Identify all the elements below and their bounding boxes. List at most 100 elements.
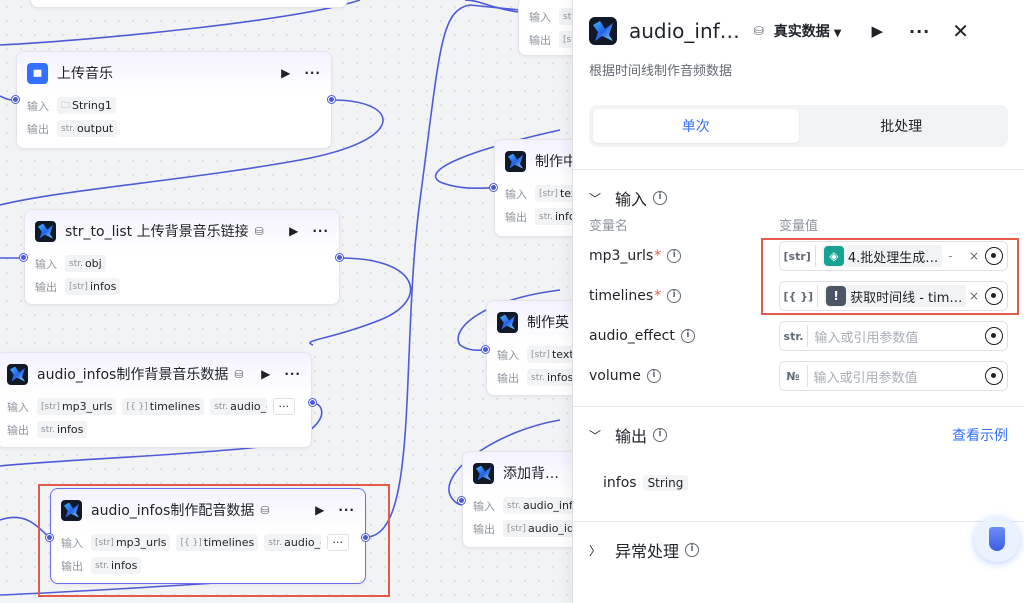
clear-icon[interactable]: × <box>969 289 979 303</box>
more-icon[interactable]: ··· <box>909 22 930 41</box>
audio-effect-field[interactable]: str. 输入或引用参数值 <box>778 321 1008 351</box>
input-port[interactable] <box>482 346 489 353</box>
node-output-row: 输出 [str] audio_ids <box>463 517 581 540</box>
output-port[interactable] <box>362 534 369 541</box>
wire <box>0 516 51 538</box>
timelines-field[interactable]: [{ }] ! 获取时间线 - tim… × <box>778 281 1008 311</box>
node-output-row: 输出 str. output <box>17 117 331 140</box>
more-icon[interactable]: ··· <box>284 367 301 381</box>
more-icon[interactable]: ··· <box>304 66 321 80</box>
more-inputs-button[interactable]: ··· <box>326 534 349 551</box>
node-audio-infos-voice[interactable]: audio_infos制作配音数据 ⛁ ▶ ··· 输入 [str] mp3_ur… <box>50 488 366 584</box>
node-input-row: 输入 [str]texts <box>487 343 585 366</box>
output-section-header[interactable]: ﹀ 输出 i 查看示例 <box>573 407 1024 463</box>
run-icon[interactable]: ▶ <box>871 22 883 40</box>
info-icon[interactable]: i <box>685 543 700 557</box>
output-tag: str. infos <box>37 421 88 438</box>
node-output-row: 输出 str. infos <box>0 418 311 441</box>
output-port[interactable] <box>328 96 335 103</box>
plugin-icon <box>497 311 518 333</box>
output-tag: [str] infos <box>65 278 121 295</box>
input-tag: str.audio_effec <box>264 534 321 551</box>
info-icon[interactable]: i <box>680 329 695 343</box>
input-port[interactable] <box>458 497 465 504</box>
variable-ref-icon[interactable] <box>985 367 1003 385</box>
input-tag: str. audio_info <box>503 497 581 514</box>
panel-title[interactable]: audio_inf… <box>629 19 740 43</box>
input-tag: str.audio_effec <box>210 398 267 415</box>
input-port[interactable] <box>20 254 27 261</box>
volume-input[interactable]: 输入或引用参数值 <box>814 367 985 386</box>
param-row-audio-effect: audio_effect i str. 输入或引用参数值 <box>573 316 1024 356</box>
info-icon[interactable]: i <box>667 289 682 303</box>
node-title: 制作英 <box>527 315 569 331</box>
panel-header: audio_inf… ⛁ 真实数据 ▼ ▶ ··· ✕ <box>573 0 1024 62</box>
node-audio-infos-bg[interactable]: audio_infos制作背景音乐数据 ⛁ ▶ ··· 输入 [str] mp3_… <box>0 352 312 448</box>
mp3-urls-field[interactable]: [str] ◈ 4.批处理生成… - × <box>778 241 1008 271</box>
variable-ref-icon[interactable] <box>985 287 1003 305</box>
plugin-icon <box>35 220 56 242</box>
node-str-to-list[interactable]: str_to_list 上传背景音乐链接 ⛁ ▶ ··· 输入 str. obj … <box>24 209 340 305</box>
data-icon: ⛁ <box>254 224 264 238</box>
alert-icon: ! <box>826 286 847 306</box>
run-mode-tabs: 单次 批处理 <box>589 105 1008 147</box>
test-tube-icon <box>989 527 1005 551</box>
input-port[interactable] <box>46 534 53 541</box>
run-icon[interactable]: ▶ <box>261 367 270 381</box>
node-input-row: 输入 [str] mp3_urls [{ }] timelines str. audi… <box>0 395 311 418</box>
input-port[interactable] <box>12 96 19 103</box>
plugin-icon <box>589 17 617 45</box>
chevron-down-icon[interactable]: ﹀ <box>589 190 615 207</box>
chevron-down-icon[interactable]: ﹀ <box>589 427 615 444</box>
layers-icon: ◈ <box>823 246 844 266</box>
clear-icon[interactable]: × <box>969 249 979 263</box>
output-tag: str. infos <box>91 557 142 574</box>
plugin-icon <box>473 462 494 484</box>
plugin-icon <box>61 499 82 521</box>
more-inputs-button[interactable]: ··· <box>272 398 295 415</box>
info-icon[interactable]: i <box>653 191 668 205</box>
data-mode-select[interactable]: 真实数据 ▼ <box>774 21 842 41</box>
output-tag: str. output <box>57 120 118 137</box>
node-input-row: 输入 🗀 String1 <box>17 94 331 117</box>
run-icon[interactable]: ▶ <box>281 66 290 80</box>
node-input-row: 输入 str. audio_info <box>463 494 581 517</box>
input-port[interactable] <box>490 184 497 191</box>
view-example-link[interactable]: 查看示例 <box>952 425 1008 445</box>
more-icon[interactable]: ··· <box>338 503 355 517</box>
node-input-row: 输入 [str] mp3_urls [{ }] timelines str. audi… <box>51 531 365 554</box>
more-icon[interactable]: ··· <box>312 224 329 238</box>
variable-ref-icon[interactable] <box>985 247 1003 265</box>
node-top-left-partial[interactable] <box>30 0 348 8</box>
volume-field[interactable]: № 输入或引用参数值 <box>778 361 1008 391</box>
node-output-row: 输出 str. infos <box>487 366 585 389</box>
info-icon[interactable]: i <box>653 428 668 442</box>
node-upload-music[interactable]: 上传音乐 ▶ ··· 输入 🗀 String1 输出 str. output <box>16 51 332 149</box>
reference-chip[interactable]: ◈ 4.批处理生成… <box>821 245 943 267</box>
audio-effect-input[interactable]: 输入或引用参数值 <box>814 327 985 346</box>
output-port[interactable] <box>309 399 316 406</box>
node-output-row: 输出 str. infos <box>51 554 365 577</box>
error-section-header[interactable]: 〉 异常处理 i <box>573 522 1024 578</box>
reference-chip[interactable]: ! 获取时间线 - tim… <box>824 285 967 307</box>
tab-single[interactable]: 单次 <box>593 109 799 143</box>
node-add-bg-music[interactable]: 添加背景音 输入 str. audio_info 输出 [str] audio_id… <box>462 451 582 548</box>
caret-down-icon: ▼ <box>833 28 842 39</box>
run-icon[interactable]: ▶ <box>315 503 324 517</box>
node-title: 制作中 <box>535 154 577 170</box>
info-icon[interactable]: i <box>646 369 661 383</box>
node-make-en[interactable]: 制作英 输入 [str] texts 输出 str. infos <box>486 300 586 396</box>
close-icon[interactable]: ✕ <box>952 19 969 43</box>
assistant-float-button[interactable] <box>974 516 1020 562</box>
chevron-right-icon[interactable]: 〉 <box>589 542 615 559</box>
output-port[interactable] <box>336 254 343 261</box>
tab-batch[interactable]: 批处理 <box>799 109 1005 143</box>
info-icon[interactable]: i <box>667 249 682 263</box>
data-icon: ⛁ <box>234 367 244 381</box>
output-tag: [str] audio_ids <box>503 520 581 537</box>
variable-ref-icon[interactable] <box>985 327 1003 345</box>
input-tag: [{ }] timelines <box>176 534 259 551</box>
node-title: 添加背景音 <box>503 466 571 482</box>
param-row-volume: volume i № 输入或引用参数值 <box>573 356 1024 396</box>
run-icon[interactable]: ▶ <box>289 224 298 238</box>
